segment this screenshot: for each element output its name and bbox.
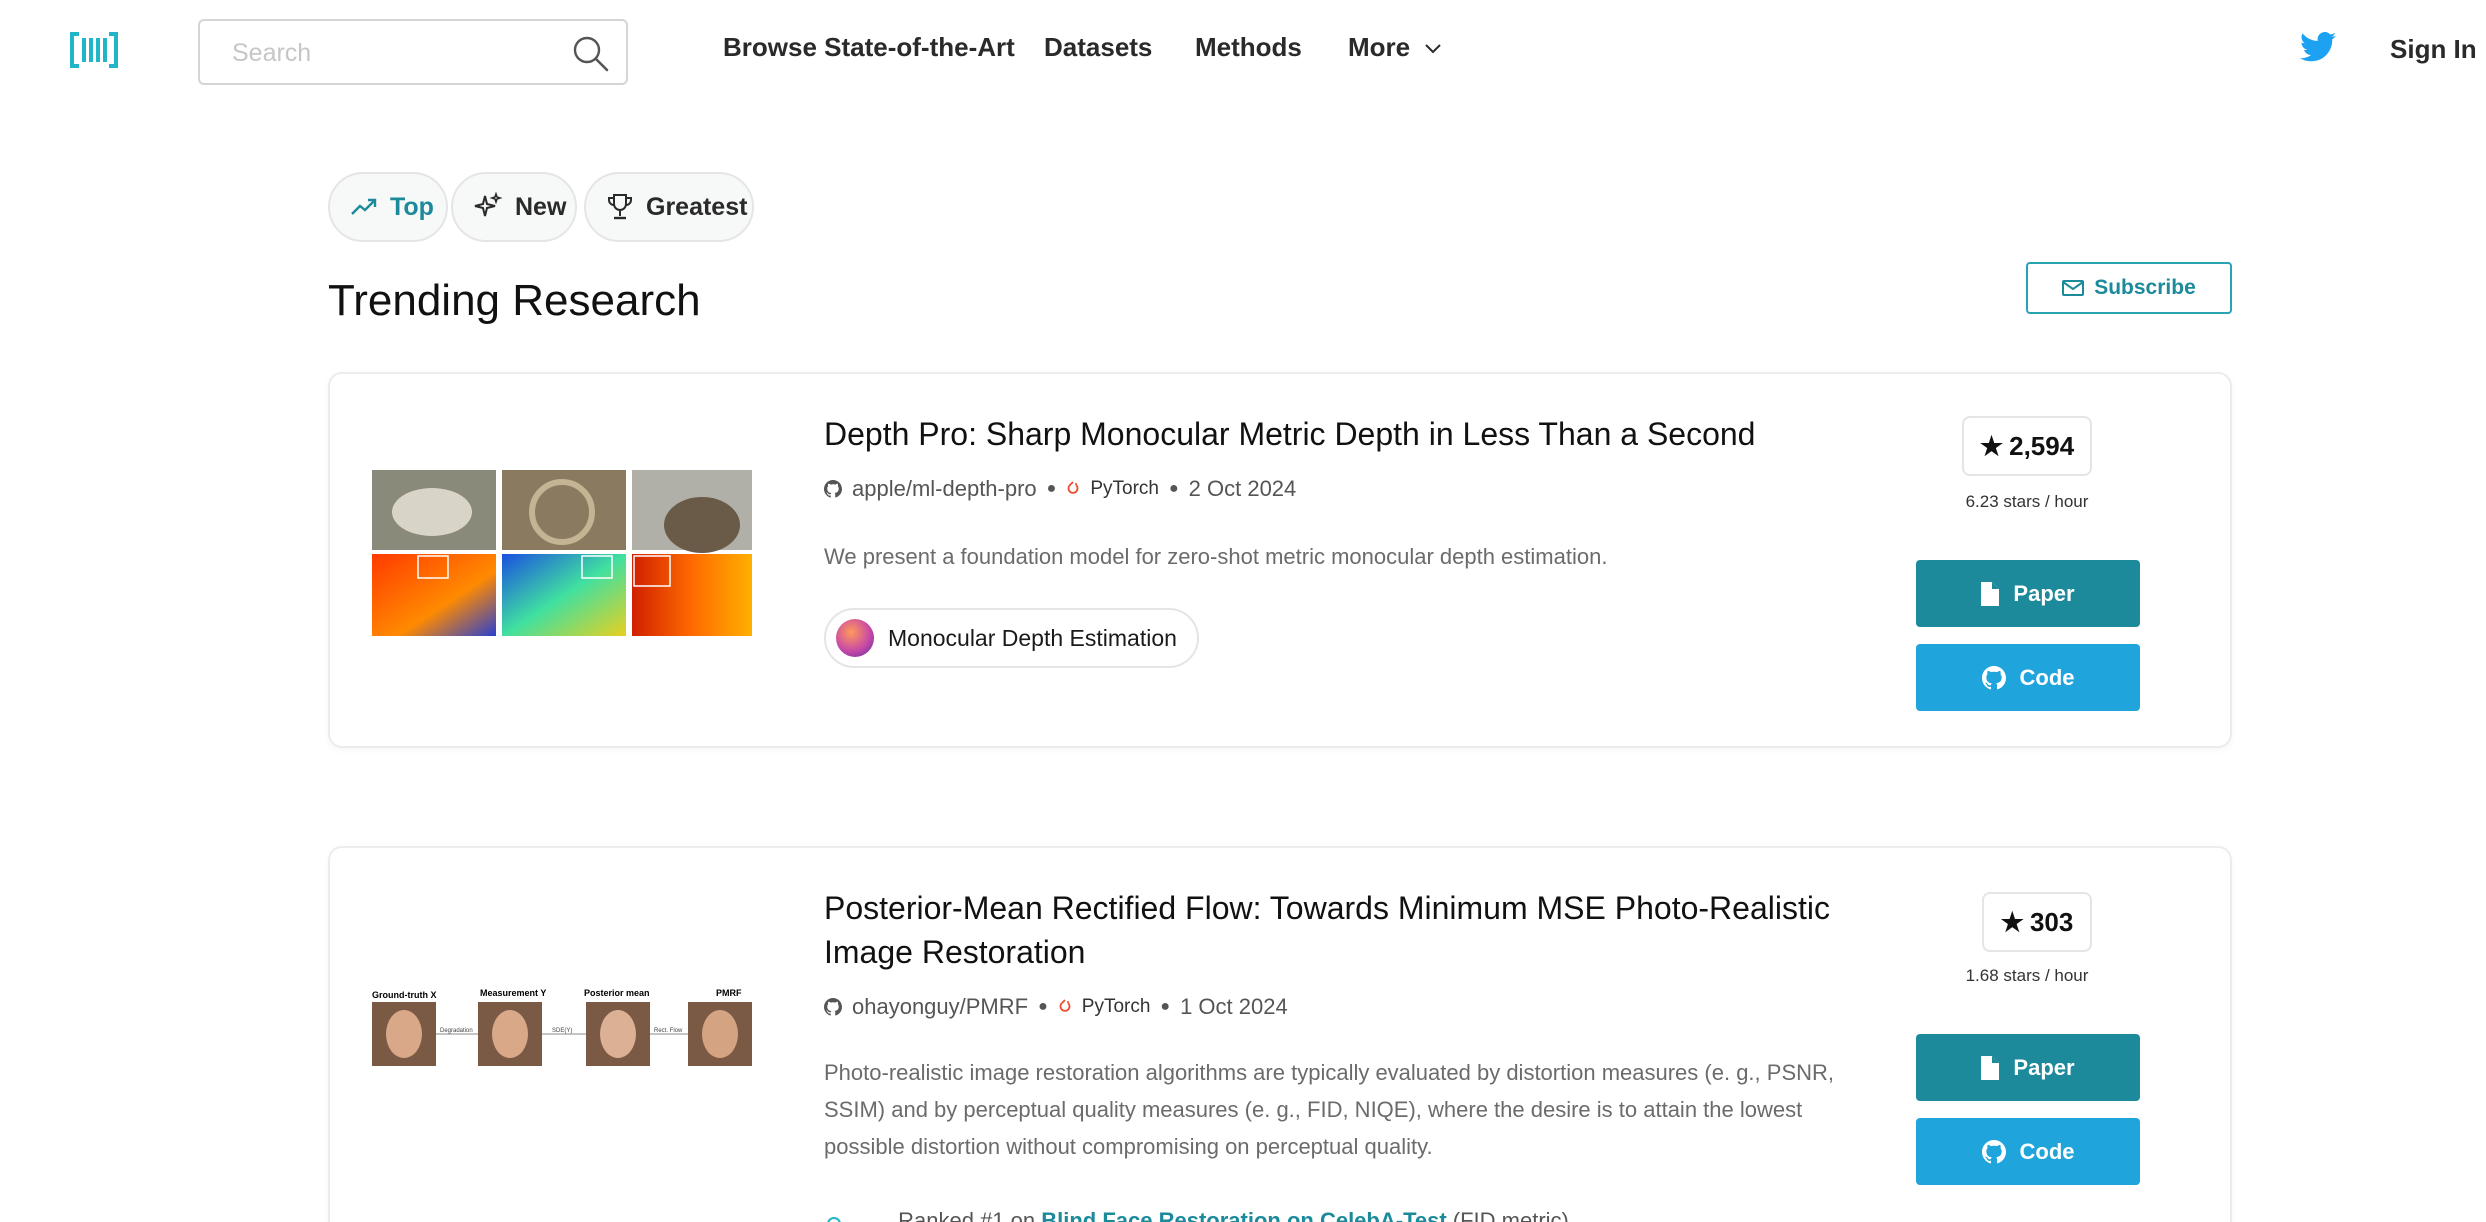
separator-dot: ● (1038, 998, 1048, 1015)
code-button[interactable]: Code (1916, 1118, 2140, 1185)
rank-prefix: Ranked #1 on (898, 1208, 1036, 1222)
repo-name[interactable]: ohayonguy/PMRF (852, 994, 1028, 1020)
tab-top-label: Top (390, 192, 434, 221)
search-box (198, 19, 628, 85)
star-count: ★ 2,594 (1962, 416, 2092, 476)
paper-button[interactable]: Paper (1916, 560, 2140, 627)
thumb-label: Ground-truth X (372, 990, 437, 1000)
pytorch-icon (1059, 999, 1071, 1012)
separator-dot: ● (1046, 480, 1057, 497)
github-icon (824, 480, 842, 498)
paper-card: Ground-truth X Measurement Y Posterior m… (328, 846, 2232, 1222)
tab-top[interactable]: Top (328, 172, 448, 242)
twitter-icon[interactable] (2300, 32, 2336, 62)
tab-new[interactable]: New (451, 172, 577, 242)
medal-icon (827, 1217, 841, 1222)
nav-more-label: More (1348, 32, 1411, 62)
paper-title[interactable]: Depth Pro: Sharp Monocular Metric Depth … (824, 412, 1824, 456)
search-icon[interactable] (572, 35, 610, 73)
thumb-label: SDE(Y) (552, 1028, 572, 1034)
paper-thumbnail[interactable] (372, 470, 752, 636)
star-icon: ★ (2000, 906, 2024, 937)
code-button-label: Code (2019, 664, 2075, 690)
tab-greatest[interactable]: Greatest (584, 172, 754, 242)
chevron-down-icon (1425, 44, 1442, 54)
star-icon: ★ (1979, 430, 2004, 461)
tab-greatest-label: Greatest (646, 192, 748, 221)
task-label: Monocular Depth Estimation (888, 624, 1177, 651)
paper-button-label: Paper (2013, 1054, 2075, 1080)
github-icon (824, 998, 842, 1016)
thumb-label: PMRF (716, 988, 742, 998)
github-icon (1981, 1139, 2006, 1163)
search-input[interactable] (232, 35, 552, 71)
sign-in-link[interactable]: Sign In (2390, 34, 2477, 65)
task-tag[interactable]: Monocular Depth Estimation (824, 608, 1199, 668)
pytorch-icon (1067, 481, 1079, 494)
paper-card: Depth Pro: Sharp Monocular Metric Depth … (328, 372, 2232, 748)
paper-button-label: Paper (2013, 580, 2075, 606)
nav-datasets[interactable]: Datasets (1044, 32, 1152, 63)
paper-date: 1 Oct 2024 (1180, 994, 1288, 1019)
paper-abstract: We present a foundation model for zero-s… (824, 544, 1608, 569)
thumb-label: Measurement Y (480, 988, 546, 998)
repo-name[interactable]: apple/ml-depth-pro (852, 476, 1037, 502)
envelope-icon (2062, 280, 2085, 296)
stars-rate: 1.68 stars / hour (1965, 966, 2089, 985)
rank-link[interactable]: Blind Face Restoration on CelebA-Test (1041, 1208, 1446, 1222)
trophy-icon (608, 194, 632, 220)
ranking-row: Ranked #1 on Blind Face Restoration on C… (824, 1208, 1569, 1222)
document-icon (1981, 1055, 2000, 1080)
star-count: ★ 303 (1982, 892, 2092, 952)
stars-rate: 6.23 stars / hour (1965, 492, 2089, 511)
nav-more[interactable]: More (1348, 32, 1442, 63)
paper-thumbnail[interactable]: Ground-truth X Measurement Y Posterior m… (372, 988, 752, 1066)
separator-dot: ● (1160, 998, 1171, 1015)
paper-button[interactable]: Paper (1916, 1034, 2140, 1101)
nav-browse-sota[interactable]: Browse State-of-the-Art (723, 32, 1015, 63)
paper-title[interactable]: Posterior-Mean Rectified Flow: Towards M… (824, 886, 1834, 974)
github-icon (1981, 665, 2006, 689)
subscribe-label: Subscribe (2094, 276, 2196, 299)
page-title: Trending Research (328, 276, 701, 325)
tab-new-label: New (515, 192, 567, 221)
papers-with-code-logo[interactable] (68, 28, 120, 72)
subscribe-button[interactable]: Subscribe (2026, 262, 2232, 314)
code-button[interactable]: Code (1916, 644, 2140, 711)
framework-label: PyTorch (1081, 996, 1151, 1017)
rank-suffix: (FID metric) (1452, 1208, 1569, 1222)
trending-up-icon (351, 198, 377, 215)
code-button-label: Code (2019, 1138, 2075, 1164)
star-value: 303 (2029, 906, 2074, 937)
thumb-label: Rect. Flow (654, 1028, 683, 1034)
sparkle-icon (474, 192, 503, 217)
paper-meta: ohayonguy/PMRF ● PyTorch ● 1 Oct 2024 (824, 994, 1288, 1020)
star-value: 2,594 (2009, 430, 2075, 461)
navbar: Browse State-of-the-Art Datasets Methods… (0, 0, 2486, 100)
nav-methods[interactable]: Methods (1195, 32, 1302, 63)
paper-meta: apple/ml-depth-pro ● PyTorch ● 2 Oct 202… (824, 476, 1296, 502)
paper-date: 2 Oct 2024 (1188, 476, 1297, 501)
separator-dot: ● (1168, 480, 1179, 497)
paper-abstract: Photo-realistic image restoration algori… (824, 1060, 1835, 1159)
thumb-label: Degradation (440, 1028, 473, 1034)
framework-label: PyTorch (1090, 478, 1159, 499)
thumb-label: Posterior mean (584, 988, 650, 998)
document-icon (1981, 581, 2000, 606)
task-thumbnail (836, 619, 874, 657)
